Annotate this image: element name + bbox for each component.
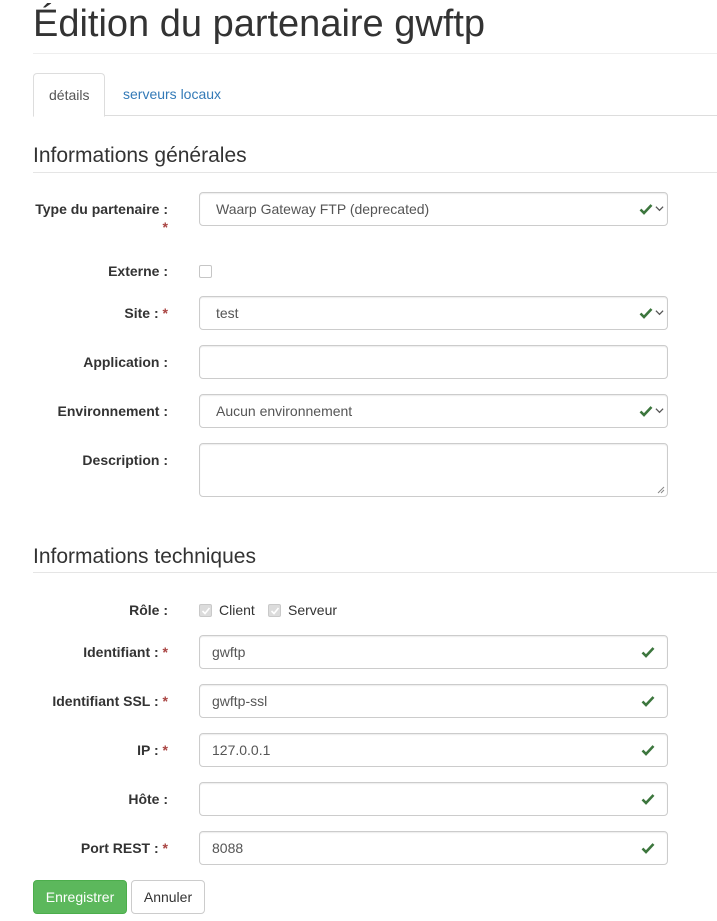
section-divider <box>33 172 717 173</box>
check-icon <box>639 204 653 215</box>
hote-input[interactable] <box>199 782 668 816</box>
role-label: Rôle : <box>129 602 168 618</box>
role-serveur-label: Serveur <box>288 602 338 618</box>
site-value: test <box>216 305 239 321</box>
check-icon <box>641 794 655 805</box>
port-rest-input[interactable]: 8088 <box>199 831 668 865</box>
chevron-down-icon <box>655 408 664 414</box>
hote-label: Hôte : <box>128 791 168 807</box>
tab-serveurs-locaux[interactable]: serveurs locaux <box>108 73 236 116</box>
site-select[interactable]: test <box>199 296 668 330</box>
chevron-down-icon <box>655 310 664 316</box>
description-label: Description : <box>82 452 168 468</box>
identifiant-ssl-value: gwftp-ssl <box>212 693 268 709</box>
page-title: Édition du partenaire gwftp <box>33 3 486 45</box>
identifiant-input[interactable]: gwftp <box>199 635 668 669</box>
section-divider <box>33 572 717 573</box>
ip-label: IP : * <box>137 742 168 758</box>
identifiant-value: gwftp <box>212 644 246 660</box>
ip-input[interactable]: 127.0.0.1 <box>199 733 668 767</box>
environnement-select[interactable]: Aucun environnement <box>199 394 668 428</box>
application-label: Application : <box>83 354 168 370</box>
required-marker: * <box>162 219 168 235</box>
tab-details[interactable]: détails <box>33 73 106 117</box>
check-icon <box>639 308 653 319</box>
check-icon <box>641 647 655 658</box>
checkmark-icon <box>270 607 280 615</box>
site-label: Site : * <box>124 305 168 321</box>
environnement-label: Environnement : <box>57 403 168 419</box>
identifiant-ssl-label: Identifiant SSL : * <box>52 693 168 709</box>
port-rest-label: Port REST : * <box>80 840 168 856</box>
check-icon <box>641 745 655 756</box>
cancel-button[interactable]: Annuler <box>131 880 205 914</box>
required-marker: * <box>162 644 168 660</box>
section-title-general: Informations générales <box>33 144 247 167</box>
identifiant-label: Identifiant : * <box>83 644 168 660</box>
required-marker: * <box>162 742 168 758</box>
required-marker: * <box>162 840 168 856</box>
application-input[interactable] <box>199 345 668 379</box>
type-value: Waarp Gateway FTP (deprecated) <box>216 201 430 217</box>
save-button[interactable]: Enregistrer <box>33 880 127 914</box>
role-client-checkbox[interactable] <box>199 604 212 617</box>
type-select[interactable]: Waarp Gateway FTP (deprecated) <box>199 192 668 226</box>
resize-handle-icon[interactable] <box>657 486 665 494</box>
title-divider <box>33 53 717 54</box>
required-marker: * <box>162 693 168 709</box>
externe-label: Externe : <box>108 263 168 279</box>
environnement-value: Aucun environnement <box>216 403 353 419</box>
required-marker: * <box>162 305 168 321</box>
type-label: Type du partenaire : <box>35 201 168 217</box>
ip-value: 127.0.0.1 <box>212 742 271 758</box>
check-icon <box>641 696 655 707</box>
port-rest-value: 8088 <box>212 840 244 856</box>
tab-bar: détails serveurs locaux <box>33 73 717 117</box>
chevron-down-icon <box>655 206 664 212</box>
check-icon <box>641 843 655 854</box>
role-client-label: Client <box>219 602 255 618</box>
description-textarea[interactable] <box>199 443 668 497</box>
check-icon <box>639 406 653 417</box>
externe-checkbox[interactable] <box>199 265 212 278</box>
role-serveur-checkbox[interactable] <box>268 604 281 617</box>
identifiant-ssl-input[interactable]: gwftp-ssl <box>199 684 668 718</box>
checkmark-icon <box>201 607 211 615</box>
section-title-technical: Informations techniques <box>33 545 256 568</box>
